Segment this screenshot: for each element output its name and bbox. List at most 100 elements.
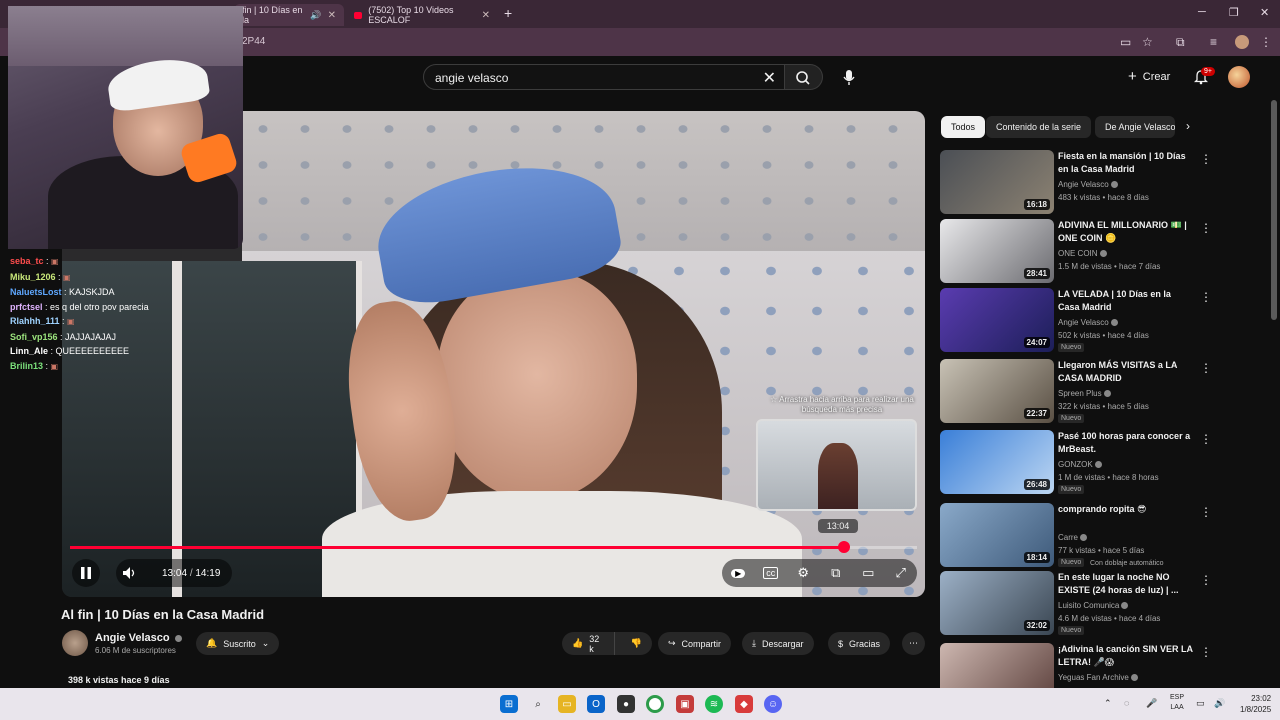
spotify-icon[interactable]: ≋ [705, 695, 723, 713]
tab-other[interactable]: (7502) Top 10 Videos ESCALOF ✕ [346, 4, 498, 26]
tray-chevron-icon[interactable]: ⌃ [1104, 698, 1112, 709]
recommendation-card[interactable]: 18:14 comprando ropita 😎 Carre 77 k vistas … [940, 503, 1212, 567]
more-options-icon[interactable]: ⋮ [1200, 152, 1212, 166]
more-actions-button[interactable]: ⋯ [902, 632, 925, 655]
settings-button[interactable]: ⚙ [789, 559, 817, 587]
cast-icon[interactable]: ▭ [1120, 35, 1131, 49]
volume-icon[interactable]: 🔊 [1214, 698, 1225, 709]
recommendation-title[interactable]: LA VELADA | 10 Días en la Casa Madrid [1058, 288, 1194, 314]
close-icon[interactable]: ✕ [482, 10, 490, 21]
chat-username[interactable]: Rlahhh_111 [10, 316, 60, 326]
subscribed-button[interactable]: 🔔 Suscrito ⌄ [196, 632, 280, 655]
tab-current[interactable]: fin | 10 Días en la 🔊 ✕ [234, 4, 344, 26]
like-button[interactable]: 👍 32 k [562, 632, 615, 655]
more-options-icon[interactable]: ⋮ [1200, 505, 1212, 519]
search-box[interactable]: angie velasco ✕ [423, 64, 785, 90]
menu-dots-icon[interactable]: ⋮ [1260, 35, 1272, 49]
recommendation-channel[interactable]: Spreen Plus [1058, 388, 1111, 400]
recommendation-title[interactable]: Llegaron MÁS VISITAS a LA CASA MADRID [1058, 359, 1194, 385]
discord-icon[interactable]: ☺ [764, 695, 782, 713]
autoplay-toggle[interactable]: ▶ [724, 559, 752, 587]
recommendation-title[interactable]: ADIVINA EL MILLONARIO 💵 | ONE COIN 🪙 [1058, 219, 1194, 245]
tray-app-icon[interactable]: ◌ [1124, 698, 1129, 708]
chat-username[interactable]: Miku_1206 [10, 272, 56, 282]
channel-avatar[interactable] [62, 630, 88, 656]
start-icon[interactable]: ⊞ [500, 695, 518, 713]
pause-button[interactable] [72, 559, 100, 587]
chat-username[interactable]: seba_tc [10, 256, 44, 266]
language-indicator[interactable]: ESP LAA [1170, 693, 1184, 713]
recommendation-thumbnail[interactable]: 22:37 [940, 359, 1054, 423]
subtitles-button[interactable]: cc [757, 559, 785, 587]
maximize-icon[interactable]: ❐ [1229, 6, 1239, 19]
recommendation-title[interactable]: Fiesta en la mansión | 10 Días en la Cas… [1058, 150, 1194, 176]
miniplayer-button[interactable]: ⧉ [822, 559, 850, 587]
recommendation-card[interactable]: 16:18 Fiesta en la mansión | 10 Días en l… [940, 150, 1212, 214]
search-button[interactable] [785, 64, 823, 90]
chat-username[interactable]: prfctsel [10, 302, 43, 312]
account-avatar[interactable] [1228, 66, 1250, 88]
file-explorer-icon[interactable]: ▭ [558, 695, 576, 713]
create-button[interactable]: + Crear [1128, 68, 1170, 85]
fullscreen-button[interactable]: ⤢ [887, 559, 915, 587]
clock[interactable]: 23:02 1/8/2025 [1240, 693, 1271, 715]
new-tab-button[interactable]: + [504, 5, 512, 21]
close-window-icon[interactable]: ✕ [1260, 6, 1269, 19]
channel-name[interactable]: Angie Velasco [95, 632, 182, 644]
outlook-icon[interactable]: O [587, 695, 605, 713]
voice-search-button[interactable] [838, 66, 860, 88]
obs-icon[interactable]: ● [617, 695, 635, 713]
theater-mode-button[interactable]: ▭ [854, 559, 882, 587]
search-icon[interactable]: ⌕ [529, 695, 547, 713]
progress-bar[interactable] [70, 541, 917, 553]
chat-username[interactable]: Linn_Ale [10, 346, 48, 356]
recommendation-channel[interactable]: Angie Velasco [1058, 317, 1118, 329]
more-options-icon[interactable]: ⋮ [1200, 432, 1212, 446]
recommendation-channel[interactable]: Carre [1058, 532, 1088, 544]
thanks-button[interactable]: $ Gracias [828, 632, 891, 655]
chevron-right-icon[interactable]: › [1186, 119, 1190, 133]
recommendation-title[interactable]: En este lugar la noche NO EXISTE (24 hor… [1058, 571, 1194, 597]
recommendation-title[interactable]: comprando ropita 😎 [1058, 503, 1194, 516]
chip-series[interactable]: Contenido de la serie [986, 116, 1092, 138]
app-icon[interactable]: ▣ [676, 695, 694, 713]
recommendation-channel[interactable]: GONZOK [1058, 459, 1102, 471]
recommendation-card[interactable]: 32:02 En este lugar la noche NO EXISTE (2… [940, 571, 1212, 635]
clear-search-icon[interactable]: ✕ [763, 68, 776, 88]
chat-username[interactable]: NaluetsLost [10, 287, 62, 297]
tray-mic-icon[interactable]: 🎤 [1146, 698, 1157, 709]
volume-button[interactable] [116, 559, 144, 587]
bookmark-star-icon[interactable]: ☆ [1142, 35, 1153, 49]
share-button[interactable]: ↪ Compartir [658, 632, 732, 655]
app-icon-2[interactable]: ◆ [735, 695, 753, 713]
recommendation-channel[interactable]: Luisito Comunica [1058, 600, 1129, 612]
chat-username[interactable]: Brilin13 [10, 361, 43, 371]
more-options-icon[interactable]: ⋮ [1200, 361, 1212, 375]
more-options-icon[interactable]: ⋮ [1200, 290, 1212, 304]
recommendation-card[interactable]: 28:41 ADIVINA EL MILLONARIO 💵 | ONE COIN … [940, 219, 1212, 283]
recommendation-channel[interactable]: Angie Velasco [1058, 179, 1118, 191]
recommendation-thumbnail[interactable]: 24:07 [940, 288, 1054, 352]
url-text[interactable]: 2P44 [242, 36, 265, 47]
recommendation-thumbnail[interactable]: 26:48 [940, 430, 1054, 494]
chrome-icon[interactable] [646, 695, 664, 713]
recommendation-thumbnail[interactable]: 18:14 [940, 503, 1054, 567]
close-icon[interactable]: ✕ [328, 10, 336, 21]
more-options-icon[interactable]: ⋮ [1200, 645, 1212, 659]
recommendation-channel[interactable]: ONE COIN [1058, 248, 1107, 260]
extensions-icon[interactable]: ⧉ [1176, 35, 1185, 50]
recommendation-thumbnail[interactable]: 28:41 [940, 219, 1054, 283]
recommendation-card[interactable]: 26:48 Pasé 100 horas para conocer a MrBea… [940, 430, 1212, 494]
sidebar-scrollbar[interactable] [1271, 100, 1277, 320]
recommendation-card[interactable]: 24:07 LA VELADA | 10 Días en la Casa Madr… [940, 288, 1212, 352]
chip-channel[interactable]: De Angie Velasco [1095, 116, 1175, 138]
search-input[interactable]: angie velasco [435, 71, 508, 85]
recommendation-channel[interactable]: Yeguas Fan Archive [1058, 672, 1138, 684]
more-options-icon[interactable]: ⋮ [1200, 221, 1212, 235]
dislike-button[interactable]: 👎 [621, 632, 652, 655]
recommendation-thumbnail[interactable]: 32:02 [940, 571, 1054, 635]
minimize-icon[interactable]: ─ [1198, 6, 1206, 18]
chat-username[interactable]: Sofi_vp156 [10, 332, 58, 342]
reading-list-icon[interactable]: ≡ [1210, 35, 1217, 49]
network-icon[interactable]: ▭ [1196, 698, 1205, 709]
